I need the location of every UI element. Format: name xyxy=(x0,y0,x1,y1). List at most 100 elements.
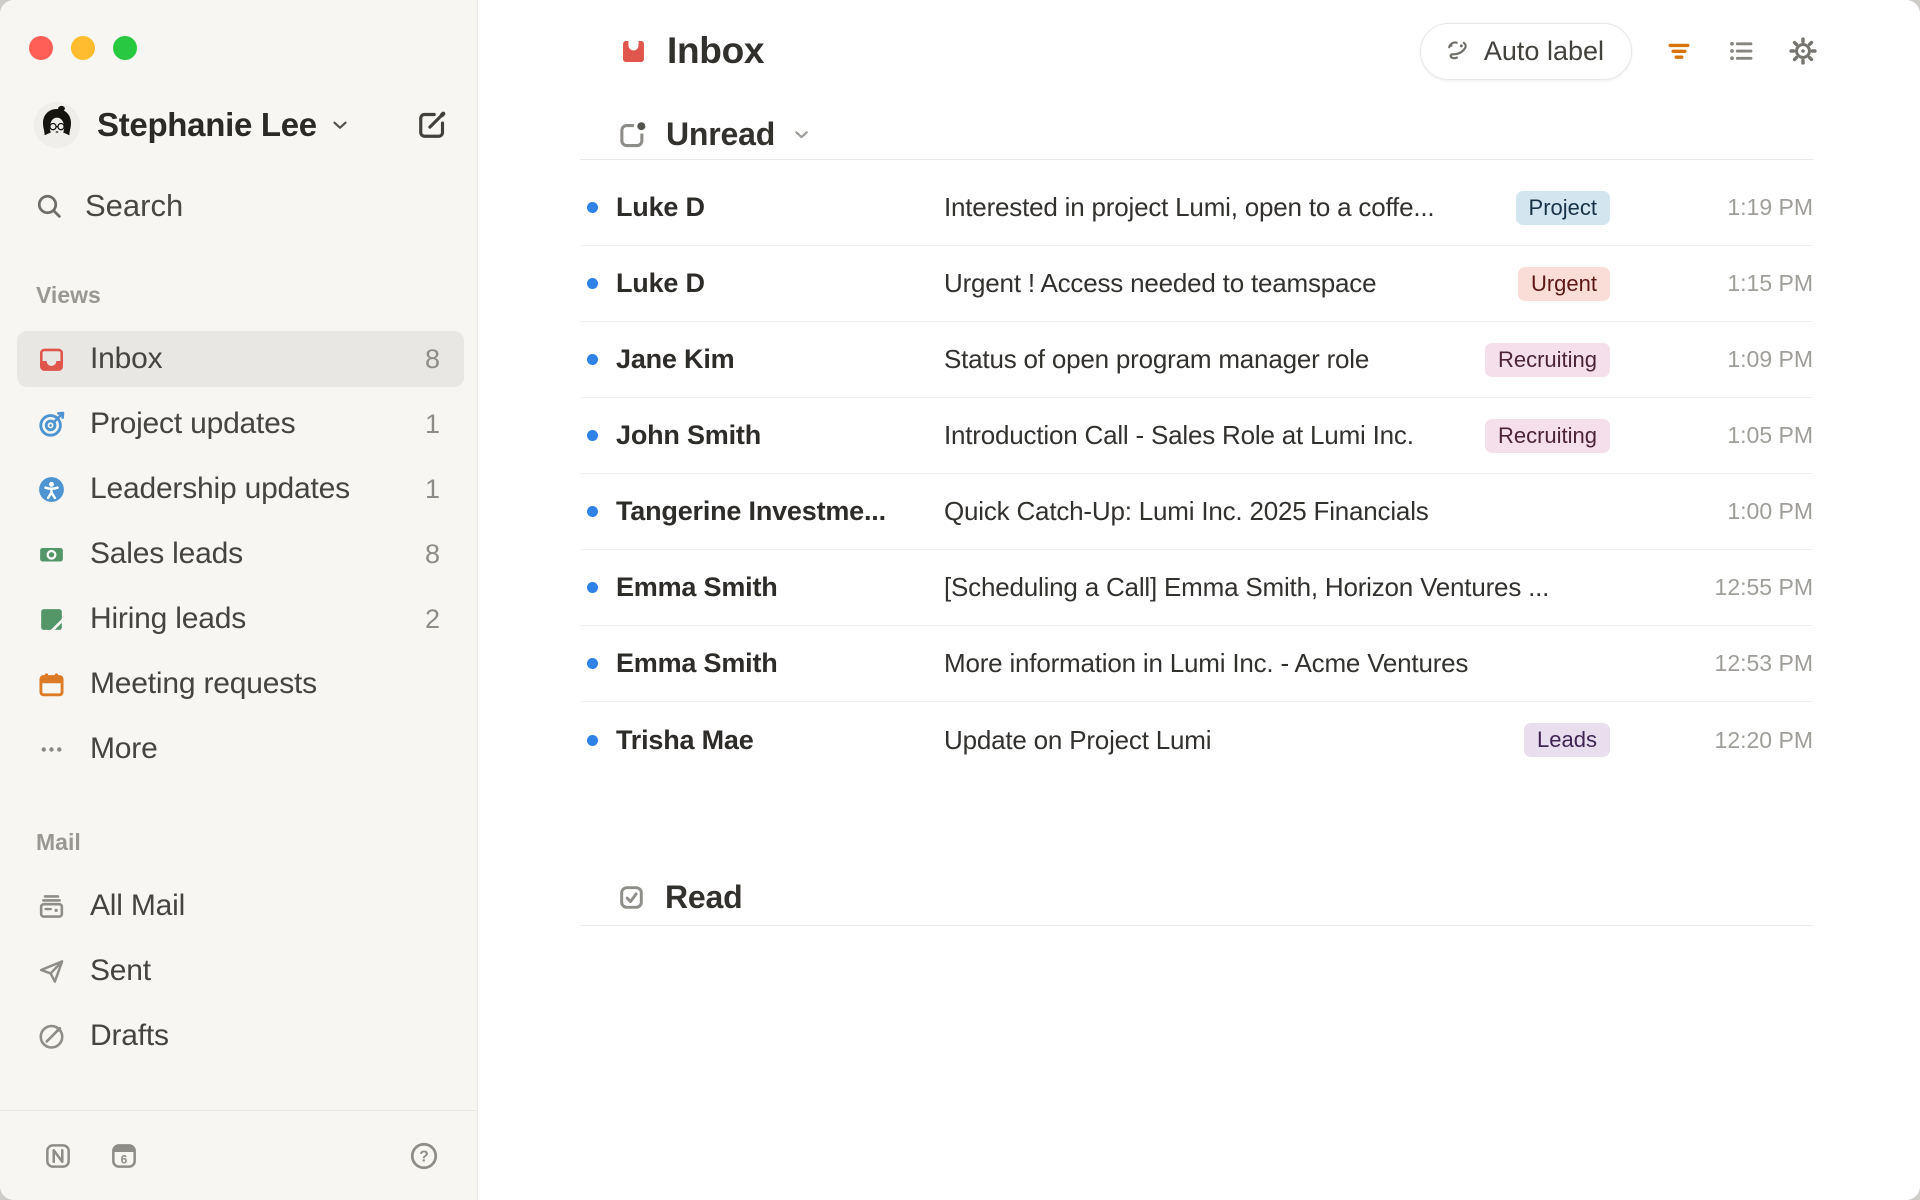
account-switcher[interactable]: Stephanie Lee xyxy=(34,102,450,148)
email-subject: Quick Catch-Up: Lumi Inc. 2025 Financial… xyxy=(944,496,1429,526)
sidebar-item-count: 8 xyxy=(424,343,440,374)
read-label: Read xyxy=(665,879,743,915)
email-subject: Introduction Call - Sales Role at Lumi I… xyxy=(944,420,1414,450)
compose-button[interactable] xyxy=(414,107,450,143)
email-sender: Emma Smith xyxy=(616,572,778,602)
target-icon xyxy=(39,411,65,437)
email-row[interactable]: Tangerine Investme... Quick Catch-Up: Lu… xyxy=(580,474,1813,550)
email-sender: Jane Kim xyxy=(616,344,735,374)
email-row[interactable]: Jane Kim Status of open program manager … xyxy=(580,322,1813,398)
search-icon xyxy=(37,194,61,218)
email-sender: Emma Smith xyxy=(616,648,778,678)
search-button[interactable]: Search xyxy=(34,184,477,228)
auto-label-icon xyxy=(1448,40,1467,59)
unread-dot-icon xyxy=(587,658,598,669)
close-window-button[interactable] xyxy=(29,36,53,60)
email-time: 12:55 PM xyxy=(1714,574,1813,600)
calendar-6-icon[interactable]: 6 xyxy=(108,1140,140,1172)
sidebar-item-label: All Mail xyxy=(90,889,186,922)
mail-stack-icon xyxy=(39,894,64,918)
email-time: 12:20 PM xyxy=(1714,726,1813,753)
avatar xyxy=(34,102,80,148)
draft-icon xyxy=(39,1024,64,1049)
sidebar-item-count: 8 xyxy=(424,538,440,569)
email-sender: Luke D xyxy=(616,268,705,298)
minimize-window-button[interactable] xyxy=(71,36,95,60)
auto-label-button[interactable]: Auto label xyxy=(1419,22,1632,80)
list-view-icon[interactable] xyxy=(1726,36,1756,66)
sidebar-section-label: Mail xyxy=(36,829,81,855)
email-tag-badge[interactable]: Project xyxy=(1515,190,1610,225)
notion-logo-icon xyxy=(46,1143,70,1168)
chevron-down-icon xyxy=(791,124,812,145)
account-name: Stephanie Lee xyxy=(97,106,317,143)
sidebar-item-more[interactable]: More xyxy=(17,721,464,777)
sidebar-footer: 6 ? xyxy=(0,1110,477,1200)
sidebar-item-inbox[interactable]: Inbox 8 xyxy=(17,331,464,387)
email-tag-badge[interactable]: Urgent xyxy=(1517,266,1610,301)
settings-gear-icon[interactable] xyxy=(1788,36,1818,66)
email-tag-badge[interactable]: Recruiting xyxy=(1484,342,1610,377)
email-sender: Trisha Mae xyxy=(616,724,754,755)
email-row[interactable]: Luke D Interested in project Lumi, open … xyxy=(580,170,1813,246)
email-time: 1:19 PM xyxy=(1727,194,1813,220)
inbox-icon xyxy=(40,348,63,371)
unread-dot-icon xyxy=(587,582,598,593)
sidebar-item-project-updates[interactable]: Project updates 1 xyxy=(17,396,464,452)
main-panel: Inbox Auto label Unread Luke D Intereste… xyxy=(478,0,1920,1200)
sidebar: Stephanie Lee Search Views Inbox 8 Proje… xyxy=(0,0,478,1200)
unread-dot-icon xyxy=(587,430,598,441)
email-sender: John Smith xyxy=(616,420,761,450)
sticky-note-icon xyxy=(41,608,62,630)
email-tag-badge[interactable]: Leads xyxy=(1524,723,1610,757)
email-subject: Update on Project Lumi xyxy=(944,724,1212,755)
notion-logo-icon[interactable] xyxy=(42,1140,74,1172)
sidebar-item-label: Leadership updates xyxy=(90,472,350,505)
sidebar-item-sales-leads[interactable]: Sales leads 8 xyxy=(17,526,464,582)
sidebar-item-drafts[interactable]: Drafts xyxy=(17,1008,464,1064)
sidebar-item-all-mail[interactable]: All Mail xyxy=(17,878,464,934)
email-tag-badge[interactable]: Recruiting xyxy=(1484,418,1610,453)
page-title: Inbox xyxy=(667,30,765,71)
unread-icon xyxy=(616,118,649,151)
sidebar-item-sent[interactable]: Sent xyxy=(17,943,464,999)
accessibility-icon xyxy=(39,476,64,502)
help-icon: ? xyxy=(410,1142,438,1169)
search-label: Search xyxy=(85,188,184,223)
sidebar-item-label: Inbox xyxy=(90,342,163,375)
sidebar-item-leadership-updates[interactable]: Leadership updates 1 xyxy=(17,461,464,517)
svg-text:?: ? xyxy=(419,1148,429,1165)
unread-label: Unread xyxy=(666,116,776,152)
help-icon[interactable]: ? xyxy=(409,1141,439,1171)
sidebar-item-meeting-requests[interactable]: Meeting requests xyxy=(17,656,464,712)
email-row[interactable]: Emma Smith More information in Lumi Inc.… xyxy=(580,626,1813,702)
read-section-header[interactable]: Read xyxy=(580,870,1813,926)
sidebar-item-count: 1 xyxy=(424,473,440,504)
svg-text:6: 6 xyxy=(121,1152,128,1166)
email-row[interactable]: John Smith Introduction Call - Sales Rol… xyxy=(580,398,1813,474)
sidebar-sections: Views Inbox 8 Project updates 1 Leadersh… xyxy=(0,228,477,1073)
email-time: 1:00 PM xyxy=(1727,498,1813,524)
zoom-window-button[interactable] xyxy=(113,36,137,60)
sidebar-item-hiring-leads[interactable]: Hiring leads 2 xyxy=(17,591,464,647)
ellipsis-icon xyxy=(41,746,62,752)
unread-dot-icon xyxy=(587,354,598,365)
email-list: Unread Luke D Interested in project Lumi… xyxy=(580,96,1813,926)
sidebar-item-label: Sent xyxy=(90,954,151,987)
app-window: Stephanie Lee Search Views Inbox 8 Proje… xyxy=(0,0,1920,1200)
unread-section-header[interactable]: Unread xyxy=(580,96,1813,160)
window-controls xyxy=(29,36,477,60)
unread-dot-icon xyxy=(587,506,598,517)
unread-dot-icon xyxy=(587,734,598,746)
calendar-6-icon: 6 xyxy=(112,1143,136,1168)
email-time: 1:05 PM xyxy=(1727,422,1813,448)
email-row[interactable]: Luke D Urgent ! Access needed to teamspa… xyxy=(580,246,1813,322)
sidebar-section-label: Views xyxy=(36,282,101,308)
sidebar-item-label: Drafts xyxy=(90,1019,169,1052)
calendar-icon xyxy=(39,672,64,696)
email-row[interactable]: Emma Smith [Scheduling a Call] Emma Smit… xyxy=(580,550,1813,626)
filter-icon[interactable] xyxy=(1664,36,1694,66)
email-row[interactable]: Trisha Mae Update on Project Lumi Leads … xyxy=(580,702,1813,778)
send-icon xyxy=(39,959,64,983)
sidebar-item-count: 1 xyxy=(424,408,440,439)
